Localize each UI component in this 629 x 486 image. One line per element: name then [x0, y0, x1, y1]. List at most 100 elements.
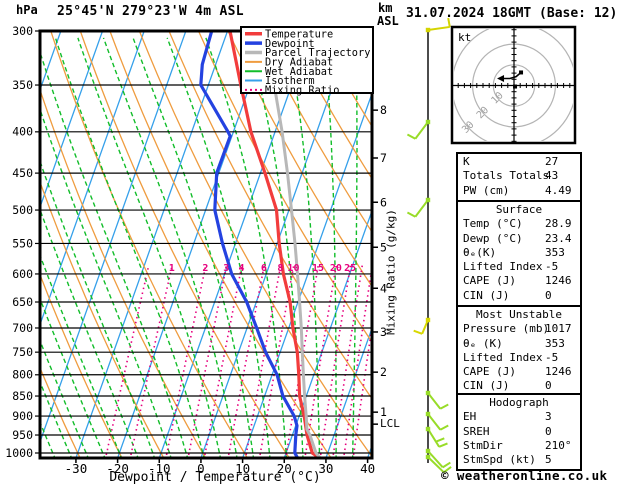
datetime-label: 31.07.2024 18GMT (Base: 12): [406, 6, 618, 21]
stat-value: 1246: [545, 274, 572, 288]
km-tick-label: 6: [380, 195, 387, 209]
stat-label: θₑ (K): [463, 336, 503, 350]
mixing-ratio-axis-label: Mixing Ratio (g/kg): [384, 209, 398, 335]
stat-row: Lifted Index -5: [458, 260, 580, 274]
page-title: 25°45'N 279°23'W 4m ASL: [57, 4, 244, 19]
wet-adiabat-line: [0, 38, 6, 460]
stat-row: CIN (J) 0: [458, 289, 580, 303]
x-tick-label: -30: [65, 461, 88, 476]
km-tick-label: 7: [380, 151, 387, 165]
mixing-ratio-line: [203, 264, 243, 457]
mixing-ratio-label: 20: [330, 263, 342, 274]
pressure-tick-label: 750: [12, 345, 33, 359]
stat-label: θₑ(K): [463, 245, 497, 259]
stat-label: Pressure (mb): [463, 322, 550, 336]
legend-label: Mixing Ratio: [265, 85, 339, 97]
skewt-sounding-page: { "header": { "pressure_unit": "hPa", "t…: [0, 0, 629, 486]
mixing-ratio-label: 6: [261, 263, 267, 274]
pressure-tick-label: 850: [12, 389, 33, 403]
mixing-ratio-label: 10: [287, 263, 299, 274]
mixing-ratio-line: [165, 264, 207, 457]
wind-barb-stem: [421, 319, 429, 335]
wind-barb-stem: [427, 392, 442, 410]
stat-label: Dewp (°C): [463, 231, 523, 245]
stat-value: 1017: [545, 322, 572, 336]
hodograph-marker: [519, 70, 524, 75]
pressure-tick-label: 700: [12, 321, 33, 335]
stat-row: SREH 0: [458, 425, 580, 439]
pressure-tick-label: 650: [12, 295, 33, 309]
pressure-tick-label: 450: [12, 166, 33, 180]
stat-row: CIN (J) 0: [458, 379, 580, 393]
stats-table-hodograph: Hodograph EH 3 SREH 0 StmDir 210° StmSpd (kt) 5: [456, 393, 582, 472]
stat-value: 4.49: [545, 183, 572, 197]
mixing-ratio-label: 8: [277, 263, 283, 274]
wind-barb-tick: [406, 211, 416, 218]
stat-label: StmSpd (kt): [463, 453, 536, 467]
stat-value: 1246: [545, 365, 572, 379]
mixing-ratio-label: 4: [239, 263, 245, 274]
mixing-ratio-label: 1: [169, 263, 175, 274]
mixing-ratio-label: 25: [344, 263, 356, 274]
stat-label: CIN (J): [463, 288, 510, 302]
stat-value: -5: [545, 260, 559, 274]
stat-value: -5: [545, 350, 559, 364]
pressure-tick-label: 800: [12, 368, 33, 382]
pressure-tick-label: 1000: [5, 446, 33, 460]
km-tick-label: 2: [380, 365, 387, 379]
wind-barb-stem: [414, 121, 429, 140]
pressure-tick-label: 400: [12, 125, 33, 139]
stat-row: θₑ (K) 353: [458, 337, 580, 351]
stat-row: Dewp (°C) 23.4: [458, 232, 580, 246]
stat-row: CAPE (J) 1246: [458, 365, 580, 379]
x-tick-label: 40: [360, 461, 375, 476]
stats-table-title: Surface: [495, 203, 543, 216]
stat-value: 210°: [545, 438, 572, 452]
hodograph-marker: [513, 84, 518, 89]
wind-barb-tick: [438, 442, 448, 448]
stat-label: CAPE (J): [463, 365, 516, 379]
stat-value: 0: [545, 288, 552, 302]
stat-value: 353: [545, 245, 565, 259]
stat-row: Pressure (mb) 1017: [458, 322, 580, 336]
wind-barb: [425, 426, 448, 448]
altitude-unit-asl-label: ASL: [377, 14, 399, 28]
stat-label: Lifted Index: [463, 350, 543, 364]
stat-value: 0: [545, 379, 552, 393]
stats-table-title: Hodograph: [489, 396, 549, 409]
stat-row: StmDir 210°: [458, 439, 580, 453]
wind-barb: [425, 390, 449, 410]
wind-barb-tick: [439, 424, 449, 431]
pressure-tick-label: 300: [12, 24, 33, 38]
mixing-ratio-line: [352, 328, 371, 457]
hodograph-unit-label: kt: [458, 31, 472, 44]
stat-row: Totals Totals 43: [458, 169, 580, 183]
pressure-tick-label: 950: [12, 428, 33, 442]
wind-barb-tick: [439, 403, 449, 410]
x-axis-title: Dewpoint / Temperature (°C): [109, 470, 321, 485]
wind-barb: [406, 197, 431, 218]
altitude-unit-km-label: km: [378, 1, 393, 15]
lcl-label: LCL: [380, 417, 400, 430]
stat-value: 353: [545, 336, 565, 350]
stat-row: PW (cm) 4.49: [458, 184, 580, 198]
wind-barb-stem: [414, 199, 429, 218]
stat-label: CIN (J): [463, 379, 510, 393]
wind-barb-tick: [435, 437, 445, 443]
mixing-ratio-label: 2: [202, 263, 208, 274]
pressure-unit-label: hPa: [16, 3, 38, 17]
stats-table-most-unstable: Most Unstable Pressure (mb) 1017 θₑ (K) 353 L…: [456, 305, 582, 398]
stat-row: Temp (°C) 28.9: [458, 217, 580, 231]
stat-label: PW (cm): [463, 183, 510, 197]
pressure-tick-label: 350: [12, 78, 33, 92]
stat-label: CAPE (J): [463, 274, 516, 288]
mixing-ratio-label: 3: [223, 263, 229, 274]
stat-label: StmDir: [463, 438, 503, 452]
legend: TemperatureDewpointParcel TrajectoryDry …: [240, 26, 374, 97]
pressure-tick-label: 500: [12, 203, 33, 217]
wind-barb-tick: [413, 329, 423, 335]
stats-table-indices: K 27 Totals Totals 43 PW (cm) 4.49: [456, 152, 582, 202]
stats-table-surface: Surface Temp (°C) 28.9 Dewp (°C) 23.4 θₑ(K) 35…: [456, 200, 582, 308]
mixing-ratio-label: 15: [312, 263, 324, 274]
mixing-ratio-line: [244, 264, 282, 457]
